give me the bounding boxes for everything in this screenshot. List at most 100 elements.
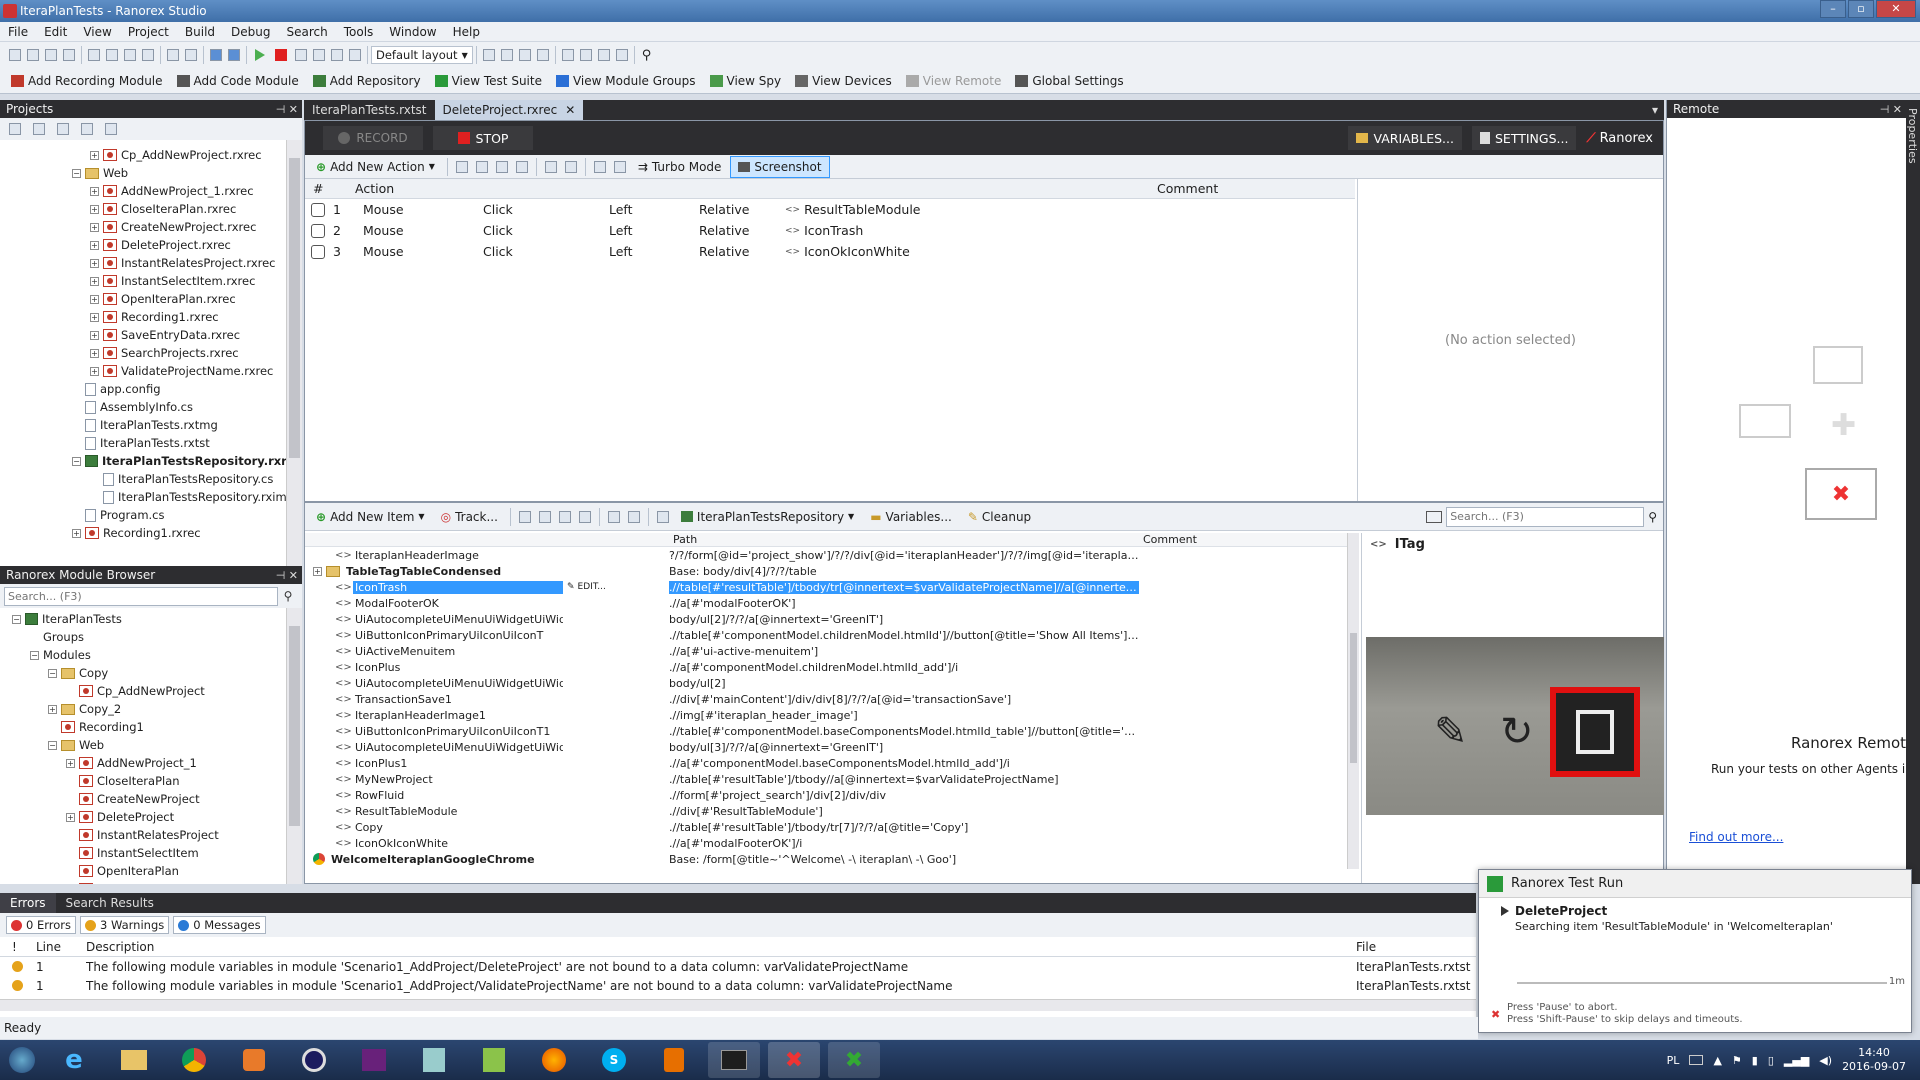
tree-item[interactable]: − Copy — [0, 664, 286, 682]
signal-icon[interactable]: ▂▄▆ — [1784, 1054, 1809, 1067]
variables-button[interactable]: ▬ Variables... — [863, 506, 959, 528]
expand-icon[interactable]: + — [48, 704, 57, 714]
undo-icon[interactable] — [167, 49, 179, 61]
repository-item[interactable]: <> Copy .//table[#'resultTable']/tbody/tr[… — [305, 819, 1355, 835]
tree-item[interactable]: + DeleteProject — [0, 808, 286, 826]
tree-item[interactable]: − IteraPlanTestsRepository.rxrep — [0, 452, 286, 470]
collapse-icon[interactable]: − — [12, 614, 21, 624]
redo-icon[interactable] — [564, 160, 577, 173]
repository-item[interactable]: <> UiAutocompleteUiMenuUiWidgetUiWid1 body… — [305, 675, 1355, 691]
menu-debug[interactable]: Debug — [223, 22, 278, 42]
ranorex-studio-icon[interactable]: ✖ — [768, 1042, 820, 1078]
save-icon[interactable] — [45, 49, 57, 61]
record-button[interactable]: RECORD — [323, 126, 423, 150]
toolbar-view-devices-button[interactable]: View Devices — [788, 70, 899, 92]
messages-filter[interactable]: 0 Messages — [173, 916, 266, 934]
tree-item[interactable]: + ValidateProjectName.rxrec — [0, 362, 286, 380]
power-icon[interactable]: ▯ — [1768, 1054, 1774, 1067]
repository-item[interactable]: <> IconPlus .//a[#'componentModel.children… — [305, 659, 1355, 675]
tree-item[interactable]: + DeleteProject.rxrec — [0, 236, 286, 254]
tree-item[interactable]: + SaveEntryData.rxrec — [0, 326, 286, 344]
collapse-icon[interactable]: − — [30, 650, 39, 660]
run-icon[interactable] — [255, 49, 265, 61]
repository-item[interactable]: WelcomeIteraplanGoogleChrome Base: /form[… — [305, 851, 1355, 867]
action-repo-item[interactable]: <> ResultTableModule — [785, 202, 1125, 217]
undo-icon[interactable] — [607, 510, 620, 523]
toolbar-view-test-suite-button[interactable]: View Test Suite — [428, 70, 549, 92]
action-repo-item[interactable]: <> IconTrash — [785, 223, 1125, 238]
tree-item[interactable]: IteraPlanTests.rxtst — [0, 434, 286, 452]
cut-icon[interactable] — [518, 510, 531, 523]
expand-icon[interactable]: + — [90, 330, 99, 340]
pin-icon[interactable]: ⊣ — [1880, 103, 1893, 116]
pause-icon[interactable] — [295, 49, 307, 61]
step-icon[interactable] — [313, 49, 325, 61]
expand-icon[interactable]: + — [90, 366, 99, 376]
keyboard-icon[interactable] — [1689, 1055, 1704, 1065]
properties-icon[interactable] — [81, 123, 93, 135]
variables-button[interactable]: VARIABLES... — [1348, 126, 1462, 150]
tree-item[interactable]: − Web — [0, 164, 286, 182]
cleanup-button[interactable]: ✎ Cleanup — [961, 506, 1038, 528]
tree-item[interactable]: + AddNewProject_1.rxrec — [0, 182, 286, 200]
repository-item[interactable]: <> UiButtonIconPrimaryUiIconUiIconT1 .//ta… — [305, 723, 1355, 739]
repository-item[interactable]: <> IconTrash ✎ EDIT... .//table[#'resultTabl… — [305, 579, 1355, 595]
tree-item[interactable]: IteraPlanTestsRepository.cs — [0, 470, 286, 488]
repository-item[interactable]: <> TransactionSave1 .//div[#'mainContent']… — [305, 691, 1355, 707]
add-folder-icon[interactable] — [105, 123, 117, 135]
expand-icon[interactable]: + — [66, 812, 75, 822]
repository-item[interactable]: <> ResultTableModule .//div[#'ResultTableM… — [305, 803, 1355, 819]
expand-icon[interactable]: + — [66, 758, 75, 768]
toolbar-add-recording-module-button[interactable]: Add Recording Module — [4, 70, 170, 92]
repository-select[interactable]: IteraPlanTestsRepository ▼ — [674, 506, 861, 528]
file-explorer-icon[interactable] — [108, 1042, 160, 1078]
action-row[interactable]: 1 Mouse Click Left Relative <> ResultTableModu… — [305, 199, 1355, 220]
skype-icon[interactable]: S — [588, 1042, 640, 1078]
collapse-icon[interactable]: − — [72, 168, 81, 178]
tree-item[interactable]: Cp_AddNewProject — [0, 682, 286, 700]
tree-item[interactable]: Recording1 — [0, 718, 286, 736]
collapse-icon[interactable] — [9, 123, 21, 135]
paste-icon[interactable] — [558, 510, 571, 523]
bookmark-icon[interactable] — [561, 49, 574, 61]
repository-item[interactable]: <> UiAutocompleteUiMenuUiWidgetUiWid body/… — [305, 611, 1355, 627]
tab-list-icon[interactable]: ▾ — [1652, 103, 1664, 117]
start-button[interactable] — [0, 1040, 44, 1080]
comment-icon[interactable] — [518, 49, 531, 61]
open-folder-icon[interactable] — [33, 123, 45, 135]
tree-item[interactable]: IteraPlanTestsRepository.rximg — [0, 488, 286, 506]
maximize-button[interactable]: ▫ — [1848, 0, 1874, 18]
tree-item[interactable]: InstantRelatesProject — [0, 826, 286, 844]
repository-scrollbar[interactable] — [1347, 533, 1359, 869]
move-down-icon[interactable] — [613, 160, 626, 173]
pin-icon[interactable]: ⊣ — [276, 103, 289, 116]
volume-icon[interactable]: ◀) — [1819, 1054, 1832, 1067]
terminal-icon[interactable] — [708, 1042, 760, 1078]
step-over-icon[interactable] — [331, 49, 343, 61]
tree-item[interactable]: + SearchProjects.rxrec — [0, 344, 286, 362]
tree-item[interactable]: Groups — [0, 628, 286, 646]
menu-file[interactable]: File — [0, 22, 36, 42]
columns-icon[interactable] — [1426, 510, 1443, 523]
repository-item[interactable]: <> UiButtonIconPrimaryUiIconUiIconT .//tab… — [305, 627, 1355, 643]
menu-tools[interactable]: Tools — [336, 22, 382, 42]
expand-icon[interactable]: + — [90, 294, 99, 304]
delete-icon[interactable] — [142, 49, 154, 61]
app-globe-icon[interactable] — [288, 1042, 340, 1078]
close-tab-icon[interactable]: ✕ — [565, 100, 575, 120]
action-row[interactable]: 2 Mouse Click Left Relative <> IconTrash — [305, 220, 1355, 241]
tree-item[interactable]: IteraPlanTests.rxtmg — [0, 416, 286, 434]
paste-icon[interactable] — [495, 160, 508, 173]
expand-icon[interactable]: + — [90, 204, 99, 214]
search-icon[interactable]: ⚲ — [1648, 510, 1657, 524]
tree-item[interactable]: − Modules — [0, 646, 286, 664]
save-all-icon[interactable] — [63, 49, 75, 61]
pin-icon[interactable]: ⊣ — [276, 569, 289, 582]
expand-icon[interactable]: + — [90, 276, 99, 286]
add-new-item-button[interactable]: ⊕ Add New Item ▼ — [309, 506, 432, 528]
tree-item[interactable]: CreateNewProject — [0, 790, 286, 808]
layout-icon[interactable] — [482, 49, 495, 61]
copy-icon[interactable] — [475, 160, 488, 173]
notepadplusplus-icon[interactable] — [468, 1042, 520, 1078]
copy-icon[interactable] — [106, 49, 118, 61]
